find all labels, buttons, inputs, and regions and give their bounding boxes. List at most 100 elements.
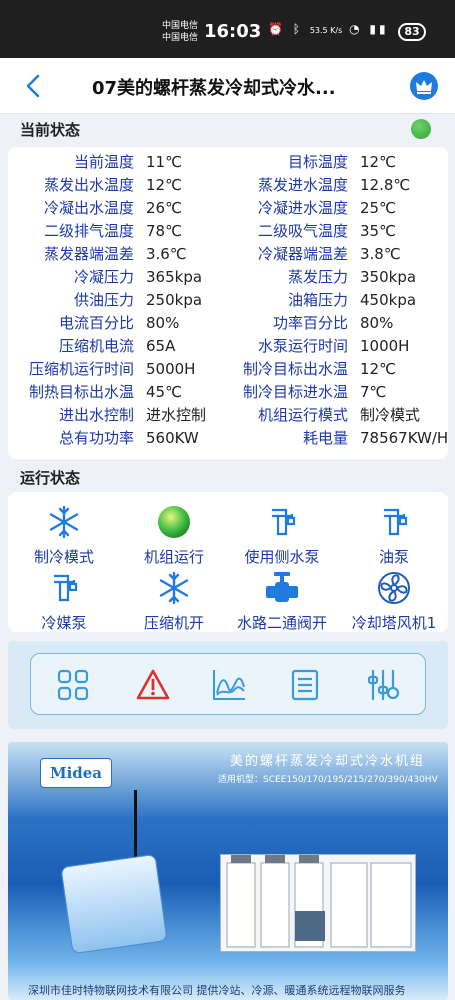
param-row: 当前温度 11℃ 目标温度 12℃ (8, 151, 448, 174)
running-state-panel: 制冷模式 机组运行 使用侧水泵 油泵 冷媒泵 压缩机开 水路二通阀开 冷却塔风机… (8, 492, 448, 632)
state-item-unit-running: 机组运行 (118, 504, 230, 567)
param-value: 45℃ (146, 383, 182, 401)
fan-icon (378, 572, 410, 604)
valve-icon (266, 572, 298, 602)
param-row: 冷凝压力 365kpa 蒸发压力 350kpa (8, 266, 448, 289)
state-item-refrigerant-pump: 冷媒泵 (8, 570, 120, 633)
pump-icon (272, 508, 296, 536)
antenna-image (134, 790, 137, 860)
page-title: 07美的螺杆蒸发冷却式冷水... (92, 78, 336, 99)
function-nav-panel (8, 641, 448, 729)
battery-indicator: 83 (398, 23, 426, 41)
param-label: 压缩机电流 (58, 337, 134, 355)
param-value: 12℃ (146, 176, 182, 194)
param-row: 电流百分比 80% 功率百分比 80% (8, 312, 448, 335)
param-label: 机组运行模式 (257, 406, 348, 424)
product-banner[interactable]: Midea 美的螺杆蒸发冷却式冷水机组 适用机型：SCEE150/170/195… (8, 742, 448, 1000)
back-arrow-icon[interactable] (22, 72, 46, 100)
state-label: 水路二通阀开 (236, 614, 327, 632)
system-status-bar: 中国电信 中国电信 16:03 ⏰ ᛒ 53.5 K/s ◔ ▮▮ 83 (0, 0, 455, 58)
param-value: 25℃ (360, 199, 396, 217)
param-value: 7℃ (360, 383, 387, 401)
param-value: 560KW (146, 429, 199, 447)
carrier-info: 中国电信 中国电信 (162, 20, 198, 44)
param-row: 进出水控制 进水控制 机组运行模式 制冷模式 (8, 404, 448, 427)
param-label: 二级吸气温度 (257, 222, 348, 240)
param-row: 制热目标出水温 45℃ 制冷目标进水温 7℃ (8, 381, 448, 404)
settings-icon[interactable] (365, 667, 401, 703)
midea-logo: Midea (40, 758, 112, 788)
banner-footer: 深圳市佳时特物联网技术有限公司 提供冷站、冷源、暖通系统远程物联网服务 (28, 984, 406, 997)
param-row: 总有功功率 560KW 耗电量 78567KW/H (8, 427, 448, 450)
state-label: 压缩机开 (143, 614, 204, 632)
parameter-panel: 当前温度 11℃ 目标温度 12℃ 蒸发出水温度 12℃ 蒸发进水温度 12.8… (8, 147, 448, 459)
list-icon[interactable] (287, 667, 323, 703)
param-value: 1000H (360, 337, 410, 355)
param-value: 制冷模式 (360, 406, 421, 424)
pump-icon (54, 574, 78, 602)
state-label: 制冷模式 (33, 548, 94, 566)
param-value: 35℃ (360, 222, 396, 240)
param-label: 冷凝出水温度 (43, 199, 134, 217)
param-value: 11℃ (146, 153, 182, 171)
param-label: 压缩机运行时间 (28, 360, 134, 378)
state-item-cooling-mode: 制冷模式 (8, 504, 120, 567)
param-row: 冷凝出水温度 26℃ 冷凝进水温度 25℃ (8, 197, 448, 220)
param-value: 12.8℃ (360, 176, 411, 194)
param-label: 功率百分比 (272, 314, 348, 332)
param-value: 365kpa (146, 268, 203, 286)
green-ball-icon (158, 506, 190, 538)
param-label: 当前温度 (73, 153, 134, 171)
function-nav-bar (30, 653, 426, 715)
param-label: 蒸发进水温度 (257, 176, 348, 194)
state-item-cooling-tower-fan: 冷却塔风机1 (338, 570, 450, 633)
param-value: 12℃ (360, 153, 396, 171)
state-label: 冷媒泵 (41, 614, 87, 632)
bluetooth-icon: ᛒ (292, 22, 303, 36)
param-label: 电流百分比 (58, 314, 134, 332)
state-label: 机组运行 (143, 548, 204, 566)
param-row: 压缩机运行时间 5000H 制冷目标出水温 12℃ (8, 358, 448, 381)
carrier-2: 中国电信 (162, 33, 199, 43)
param-label: 蒸发压力 (287, 268, 348, 286)
param-value: 3.6℃ (146, 245, 187, 263)
state-label: 使用侧水泵 (244, 548, 320, 566)
crown-icon[interactable] (410, 72, 438, 100)
state-label: 油泵 (378, 548, 409, 566)
alarm-icon: ⏰ (268, 22, 286, 36)
param-label: 总有功功率 (58, 429, 134, 447)
param-row: 蒸发器端温差 3.6℃ 冷凝器端温差 3.8℃ (8, 243, 448, 266)
param-value: 进水控制 (146, 406, 207, 424)
banner-subtitle: 适用机型：SCEE150/170/195/215/270/390/430HV (218, 775, 438, 785)
snowflake-icon (159, 571, 189, 605)
param-label: 制热目标出水温 (28, 383, 134, 401)
param-row: 供油压力 250kpa 油箱压力 450kpa (8, 289, 448, 312)
param-label: 油箱压力 (287, 291, 348, 309)
param-row: 压缩机电流 65A 水泵运行时间 1000H (8, 335, 448, 358)
param-label: 水泵运行时间 (257, 337, 348, 355)
param-label: 进出水控制 (58, 406, 134, 424)
param-label: 冷凝器端温差 (257, 245, 348, 263)
section-title-current: 当前状态 (20, 121, 81, 139)
param-value: 450kpa (360, 291, 417, 309)
chiller-unit-image (220, 854, 416, 952)
param-label: 制冷目标出水温 (242, 360, 348, 378)
param-label: 蒸发器端温差 (43, 245, 134, 263)
wifi-icon: ◔ (349, 22, 363, 36)
param-label: 供油压力 (73, 291, 134, 309)
param-value: 350kpa (360, 268, 417, 286)
status-icons: ⏰ ᛒ 53.5 K/s ◔ ▮▮ (268, 22, 389, 36)
param-label: 蒸发出水温度 (43, 176, 134, 194)
chart-icon[interactable] (211, 667, 247, 703)
param-value: 80% (360, 314, 394, 332)
warning-icon[interactable] (135, 667, 171, 703)
carrier-1: 中国电信 (162, 21, 199, 31)
pump-icon (384, 508, 408, 536)
banner-title: 美的螺杆蒸发冷却式冷水机组 (230, 754, 426, 769)
param-label: 冷凝压力 (73, 268, 134, 286)
param-label: 二级排气温度 (43, 222, 134, 240)
param-value: 3.8℃ (360, 245, 401, 263)
app-header: 07美的螺杆蒸发冷却式冷水... (0, 58, 455, 114)
grid-icon[interactable] (55, 667, 91, 703)
snowflake-icon (49, 505, 79, 539)
